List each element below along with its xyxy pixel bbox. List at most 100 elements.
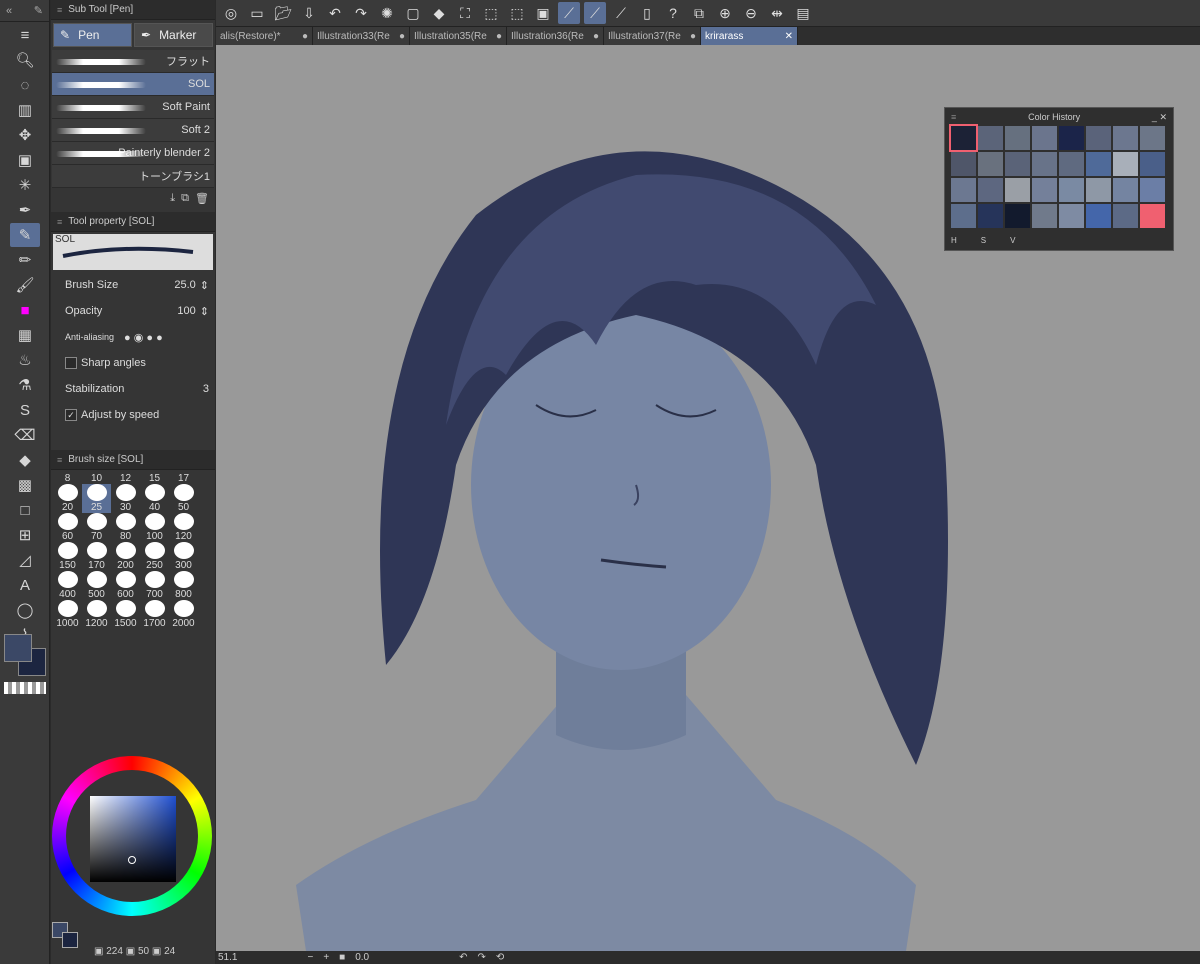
fill-icon[interactable]: ◆ bbox=[428, 2, 450, 24]
color-history-swatch[interactable] bbox=[1086, 152, 1111, 176]
window-icon[interactable]: ⧉ bbox=[688, 2, 710, 24]
bs-header-cell[interactable]: 15 bbox=[140, 470, 169, 484]
brush-icon[interactable]: 🖌︎ bbox=[10, 273, 40, 297]
brush-size-cell[interactable]: 1700 bbox=[140, 600, 169, 629]
bs-header-cell[interactable]: 10 bbox=[82, 470, 111, 484]
trash-icon[interactable]: 🗑︎ bbox=[195, 192, 209, 205]
color-history-swatch[interactable] bbox=[1140, 152, 1165, 176]
eyedropper-icon[interactable]: ✒ bbox=[10, 198, 40, 222]
v-toggle[interactable]: V bbox=[1010, 236, 1015, 245]
deselect-icon[interactable]: ⬚ bbox=[480, 2, 502, 24]
menu-icon[interactable]: ≡ bbox=[10, 23, 40, 47]
color-history-swatch[interactable] bbox=[1113, 178, 1138, 202]
transform-icon[interactable]: ⛶ bbox=[454, 2, 476, 24]
fit-icon[interactable]: ■ bbox=[339, 952, 345, 963]
invert-selection-icon[interactable]: ⬚ bbox=[506, 2, 528, 24]
color-history-swatch[interactable] bbox=[1032, 204, 1057, 228]
object-icon[interactable]: ▣ bbox=[10, 148, 40, 172]
brush-size-cell[interactable]: 800 bbox=[169, 571, 198, 600]
color-history-swatch[interactable] bbox=[978, 204, 1003, 228]
fill-icon[interactable]: ◆ bbox=[10, 448, 40, 472]
selection-icon[interactable]: ▣ bbox=[532, 2, 554, 24]
new-file-icon[interactable]: ▭ bbox=[246, 2, 268, 24]
color-history-swatch[interactable] bbox=[978, 126, 1003, 150]
frame-icon[interactable]: ⊞ bbox=[10, 523, 40, 547]
color-history-swatch[interactable] bbox=[1005, 178, 1030, 202]
brush-size-cell[interactable]: 60 bbox=[53, 513, 82, 542]
color-history-swatch[interactable] bbox=[1005, 204, 1030, 228]
open-file-icon[interactable]: 📂︎ bbox=[272, 2, 294, 24]
color-history-swatch[interactable] bbox=[1059, 152, 1084, 176]
text-icon[interactable]: A bbox=[10, 573, 40, 597]
tab-pen[interactable]: ✎ Pen bbox=[53, 23, 132, 47]
snap-special-icon[interactable]: ⟋ bbox=[584, 2, 606, 24]
close-icon[interactable]: ✕ bbox=[785, 31, 793, 42]
gradient-icon[interactable]: ▩ bbox=[10, 473, 40, 497]
pen-icon[interactable]: ✎ bbox=[10, 223, 40, 247]
color-history-swatch[interactable] bbox=[1113, 152, 1138, 176]
brush-item[interactable]: Painterly blender 2 bbox=[52, 142, 214, 165]
color-history-swatch[interactable] bbox=[978, 152, 1003, 176]
color-square[interactable] bbox=[90, 796, 176, 882]
help-icon[interactable]: ? bbox=[662, 2, 684, 24]
rotate-left-icon[interactable]: ↶ bbox=[459, 952, 467, 963]
minimize-icon[interactable]: _ bbox=[1152, 112, 1157, 122]
zoom-icon[interactable]: 🔍︎ bbox=[10, 48, 40, 72]
sub-color-mini[interactable] bbox=[62, 932, 78, 948]
screenshot-icon[interactable]: ▤ bbox=[792, 2, 814, 24]
h-toggle[interactable]: H bbox=[951, 236, 957, 245]
bs-header-cell[interactable]: 12 bbox=[111, 470, 140, 484]
flip-icon[interactable]: ⇹ bbox=[766, 2, 788, 24]
grip-icon[interactable]: ≡ bbox=[57, 455, 62, 465]
brush-item[interactable]: トーンブラシ1 bbox=[52, 165, 214, 188]
color-history-swatch[interactable] bbox=[1005, 152, 1030, 176]
brush-size-cell[interactable]: 700 bbox=[140, 571, 169, 600]
bs-header-cell[interactable]: 8 bbox=[53, 470, 82, 484]
doc-tab[interactable]: Illustration37(Re ● bbox=[604, 27, 701, 45]
v-value[interactable]: 24 bbox=[164, 946, 175, 957]
color-history-swatch[interactable] bbox=[1140, 178, 1165, 202]
color-history-swatch[interactable] bbox=[1086, 178, 1111, 202]
antialias-options[interactable]: ● ◉ ● ● bbox=[124, 331, 163, 344]
transparent-color-swatch[interactable] bbox=[4, 682, 46, 694]
brush-size-cell[interactable]: 50 bbox=[169, 484, 198, 513]
rectangle-icon[interactable]: □ bbox=[10, 498, 40, 522]
rotate-right-icon[interactable]: ↷ bbox=[478, 952, 486, 963]
tab-marker[interactable]: ✒ Marker bbox=[134, 23, 213, 47]
doc-tab[interactable]: Illustration36(Re ● bbox=[507, 27, 604, 45]
brush-size-cell[interactable]: 250 bbox=[140, 542, 169, 571]
app-logo-icon[interactable]: ◎ bbox=[220, 2, 242, 24]
ruler-icon[interactable]: ◿ bbox=[10, 548, 40, 572]
s-value[interactable]: 50 bbox=[138, 946, 149, 957]
auto-select-icon[interactable]: ✳ bbox=[10, 173, 40, 197]
brush-size-cell[interactable]: 1500 bbox=[111, 600, 140, 629]
doc-tab[interactable]: Illustration35(Re ● bbox=[410, 27, 507, 45]
duplicate-icon[interactable]: ⧉ bbox=[181, 192, 189, 204]
grip-icon[interactable]: ≡ bbox=[57, 5, 62, 15]
doc-tab-active[interactable]: krirarass ✕ bbox=[701, 27, 798, 45]
loading-icon[interactable]: ✺ bbox=[376, 2, 398, 24]
bs-header-cell[interactable]: 17 bbox=[169, 470, 198, 484]
stabilization-value[interactable]: 3 bbox=[203, 383, 209, 395]
color-history-swatch[interactable] bbox=[1140, 126, 1165, 150]
h-value[interactable]: 224 bbox=[106, 946, 123, 957]
balloon-icon[interactable]: ◯ bbox=[10, 598, 40, 622]
brush-size-cell[interactable]: 200 bbox=[111, 542, 140, 571]
sharp-angles-checkbox[interactable] bbox=[65, 357, 77, 369]
brush-size-cell[interactable]: 100 bbox=[140, 513, 169, 542]
stepper-icon[interactable]: ⇕ bbox=[200, 279, 209, 292]
color-history-swatch[interactable] bbox=[1113, 126, 1138, 150]
brush-size-cell[interactable]: 20 bbox=[53, 484, 82, 513]
color-history-swatch[interactable] bbox=[1059, 204, 1084, 228]
main-color-swatch[interactable] bbox=[4, 634, 32, 662]
brush-size-cell[interactable]: 120 bbox=[169, 513, 198, 542]
brush-size-cell[interactable]: 300 bbox=[169, 542, 198, 571]
doc-tab[interactable]: Illustration33(Re ● bbox=[313, 27, 410, 45]
brush-size-cell[interactable]: 500 bbox=[82, 571, 111, 600]
brush-size-cell[interactable]: 80 bbox=[111, 513, 140, 542]
brush-size-cell[interactable]: 40 bbox=[140, 484, 169, 513]
rotation-value[interactable]: 0.0 bbox=[355, 952, 369, 963]
pencil-icon[interactable]: ✏ bbox=[10, 248, 40, 272]
zoom-minus-icon[interactable]: − bbox=[307, 952, 313, 963]
decoration-icon[interactable]: ▦ bbox=[10, 323, 40, 347]
